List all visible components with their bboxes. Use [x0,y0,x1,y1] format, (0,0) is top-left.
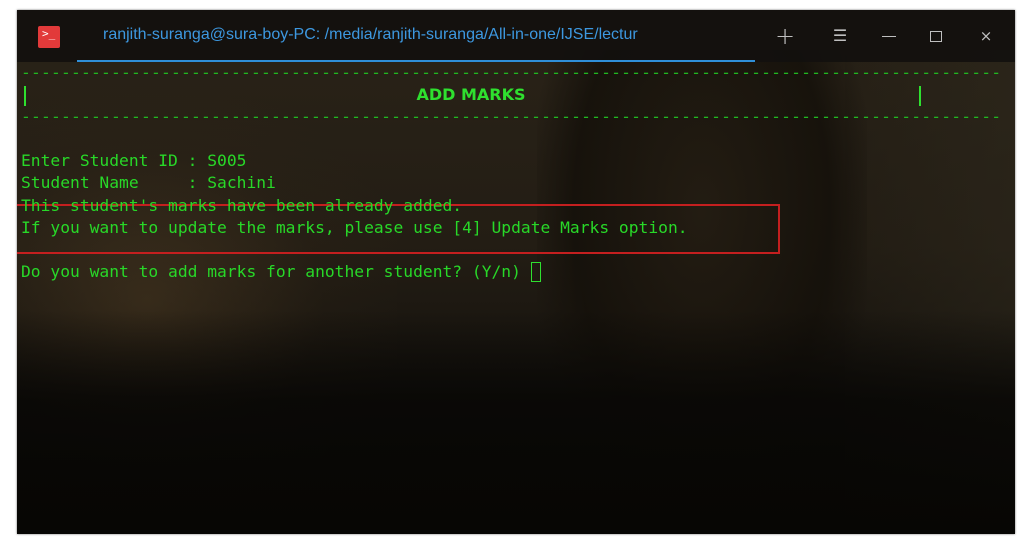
minimize-button[interactable] [877,24,901,48]
header-right-border [919,86,921,106]
maximize-icon [930,31,942,42]
new-tab-button[interactable]: + [773,24,797,48]
terminal-output[interactable]: ----------------------------------------… [17,62,1011,366]
prompt-line: Do you want to add marks for another stu… [21,261,541,283]
menu-button[interactable]: ☰ [828,24,852,48]
terminal-window: >_ ranjith-suranga@sura-boy-PC: /media/r… [17,10,1015,534]
divider-bottom: ----------------------------------------… [21,107,1002,126]
maximize-button[interactable] [924,24,948,48]
title-bar: >_ ranjith-suranga@sura-boy-PC: /media/r… [17,10,1015,62]
tab-terminal[interactable]: ranjith-suranga@sura-boy-PC: /media/ranj… [77,10,755,62]
divider-top: ----------------------------------------… [21,63,1002,82]
close-button[interactable]: × [974,24,998,48]
student-name-line: Student Name : Sachini [21,173,276,192]
prompt-text: Do you want to add marks for another stu… [21,262,531,281]
page-title: ADD MARKS [416,85,526,104]
terminal-icon[interactable]: >_ [38,26,60,48]
warning-message-line-1: This student's marks have been already a… [21,196,463,215]
text-cursor[interactable] [530,262,541,282]
minimize-icon [882,36,896,37]
student-id-line: Enter Student ID : S005 [21,151,247,170]
tab-title: ranjith-suranga@sura-boy-PC: /media/ranj… [103,26,638,43]
warning-message-line-2: If you want to update the marks, please … [21,218,688,237]
